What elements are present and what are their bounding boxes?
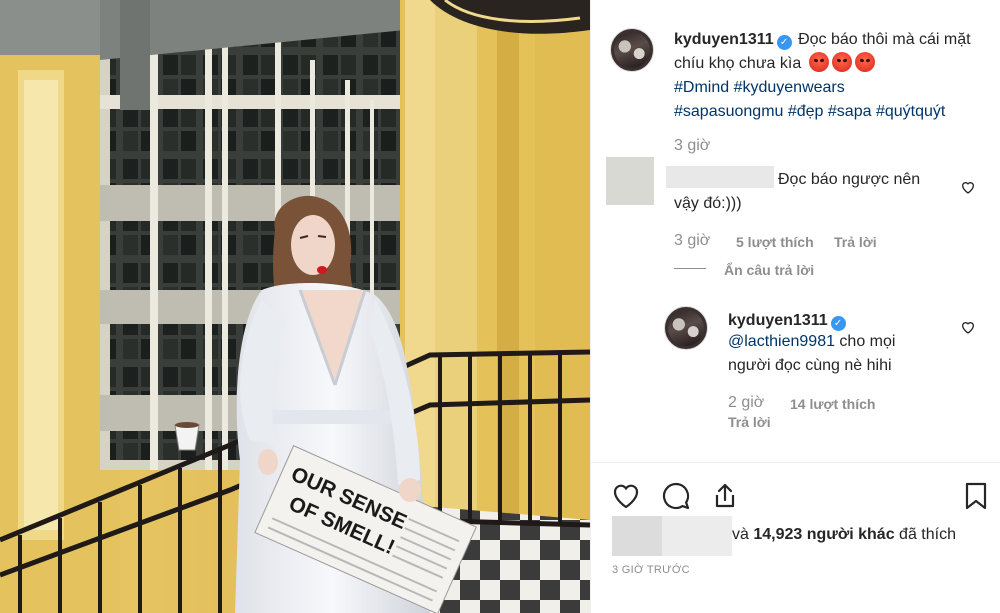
reply-line2: @lacthien9981 cho mọi xyxy=(728,330,895,354)
share-icon[interactable] xyxy=(709,480,741,512)
liker-avatars[interactable] xyxy=(612,516,662,556)
author-avatar[interactable] xyxy=(610,28,654,72)
caption-hashtags-line2[interactable]: #sapasuongmu #đẹp #sapa #quýtquýt xyxy=(674,103,945,120)
caption-time[interactable]: 3 giờ xyxy=(674,137,710,155)
actions-divider xyxy=(590,462,1000,463)
comment-text-line2: vậy đó:))) xyxy=(674,195,742,212)
reply-mention[interactable]: @lacthien9981 xyxy=(728,333,835,350)
verified-icon: ✓ xyxy=(776,35,792,50)
comment-icon[interactable] xyxy=(660,480,692,512)
comment-like-heart-icon[interactable] xyxy=(960,179,976,195)
reply-time[interactable]: 2 giờ xyxy=(728,394,764,412)
reply-username[interactable]: kyduyen1311 xyxy=(728,312,828,329)
verified-icon: ✓ xyxy=(830,316,846,331)
comment-likes[interactable]: 5 lượt thích xyxy=(736,234,814,250)
bookmark-icon[interactable] xyxy=(960,480,992,512)
comment-time[interactable]: 3 giờ xyxy=(674,232,710,250)
photo-illustration: OUR SENSE OF SMELL! xyxy=(0,0,590,613)
likes-count[interactable]: 14,923 người khác xyxy=(753,526,894,543)
hide-replies-line xyxy=(674,268,706,269)
like-heart-icon[interactable] xyxy=(610,480,642,512)
likes-prefix: và xyxy=(732,526,754,543)
reply-like-heart-icon[interactable] xyxy=(960,319,976,335)
caption-hashtags-line1[interactable]: #Dmind #kyduyenwears xyxy=(674,79,845,96)
reply-likes[interactable]: 14 lượt thích xyxy=(790,396,875,412)
reply-text-line3: người đọc cùng nè hihi xyxy=(728,357,892,374)
likes-summary: và 14,923 người khác đã thích xyxy=(732,526,956,544)
comment-text-line1: Đọc báo ngược nên xyxy=(778,171,921,188)
angry-emoji-icon xyxy=(854,52,875,72)
liker-username[interactable] xyxy=(662,516,732,556)
caption-username[interactable]: kyduyen1311 xyxy=(674,31,774,48)
angry-emoji-icon xyxy=(808,52,829,72)
reply-text-a: cho mọi xyxy=(834,333,896,350)
likes-suffix: đã thích xyxy=(894,526,956,543)
reply-author-avatar[interactable] xyxy=(664,306,708,350)
reply-reply-button[interactable]: Trả lời xyxy=(728,414,771,430)
commenter-username[interactable] xyxy=(666,166,774,188)
post-caption: kyduyen1311 ✓ Đọc báo thôi mà cái mặt chí… xyxy=(674,28,984,124)
post-photo[interactable]: OUR SENSE OF SMELL! xyxy=(0,0,590,613)
hide-replies-button[interactable]: Ẩn câu trả lời xyxy=(724,262,814,278)
angry-emoji-icon xyxy=(831,52,852,72)
commenter-avatar[interactable] xyxy=(606,157,654,205)
comment-reply-button[interactable]: Trả lời xyxy=(834,234,877,250)
post-timestamp[interactable]: 3 GIỜ TRƯỚC xyxy=(612,564,690,576)
